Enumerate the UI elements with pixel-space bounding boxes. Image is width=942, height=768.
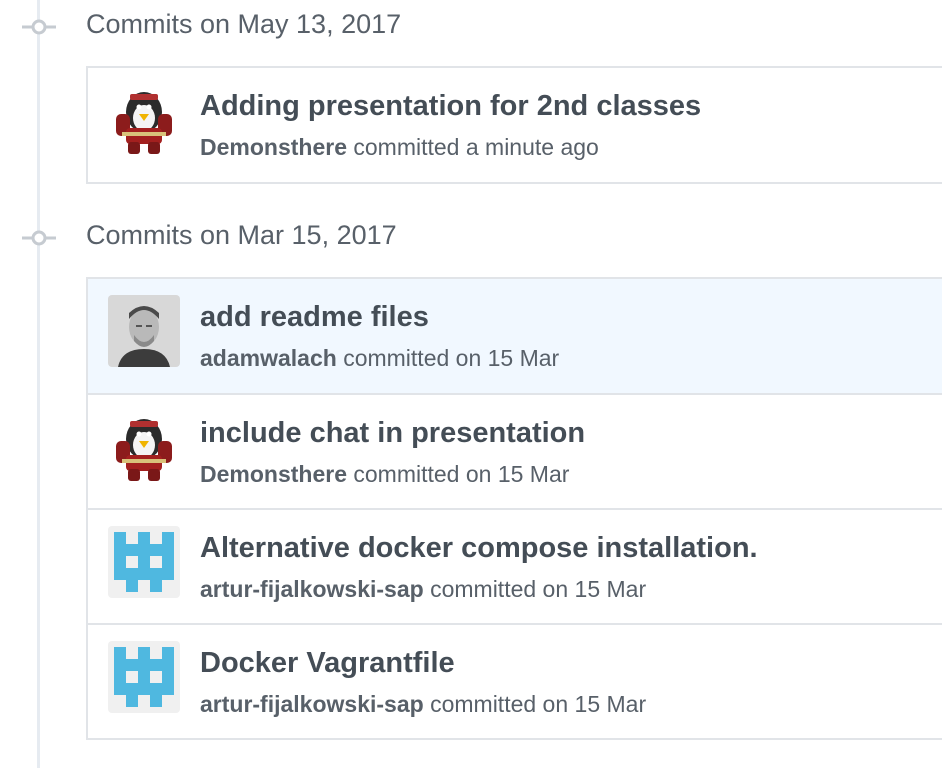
photo-avatar[interactable] — [108, 295, 180, 367]
commit-time: committed on 15 Mar — [430, 691, 647, 717]
identicon-avatar[interactable] — [108, 526, 180, 598]
timeline-line — [37, 0, 40, 768]
identicon-avatar[interactable] — [108, 641, 180, 713]
commit-message-link[interactable]: Alternative docker compose installation. — [200, 532, 758, 565]
commit-list: Adding presentation for 2nd classes Demo… — [86, 66, 942, 184]
commit-list: add readme files adamwalach committed on… — [86, 277, 942, 740]
penguin-avatar[interactable] — [108, 411, 180, 483]
commit-row[interactable]: Adding presentation for 2nd classes Demo… — [88, 68, 942, 182]
commit-time: committed a minute ago — [353, 134, 599, 160]
commit-author-link[interactable]: artur-fijalkowski-sap — [200, 691, 424, 717]
commit-time: committed on 15 Mar — [353, 461, 570, 487]
commit-meta: artur-fijalkowski-sap committed on 15 Ma… — [200, 691, 646, 718]
commit-meta: Demonsthere committed a minute ago — [200, 134, 599, 161]
commit-message-link[interactable]: Docker Vagrantfile — [200, 647, 455, 680]
commit-group-title: Commits on Mar 15, 2017 — [86, 220, 397, 250]
commit-row[interactable]: add readme files adamwalach committed on… — [88, 279, 942, 393]
commit-time: committed on 15 Mar — [343, 345, 560, 371]
commit-message-link[interactable]: Adding presentation for 2nd classes — [200, 90, 701, 123]
commit-message-link[interactable]: add readme files — [200, 301, 429, 334]
commit-node-icon — [22, 230, 56, 246]
commit-meta: Demonsthere committed on 15 Mar — [200, 461, 569, 488]
commit-row[interactable]: include chat in presentation Demonsthere… — [88, 393, 942, 508]
commit-author-link[interactable]: adamwalach — [200, 345, 337, 371]
commit-message-link[interactable]: include chat in presentation — [200, 417, 585, 450]
commit-author-link[interactable]: Demonsthere — [200, 461, 347, 487]
commit-node-icon — [22, 19, 56, 35]
commit-group-title: Commits on May 13, 2017 — [86, 9, 402, 39]
commit-author-link[interactable]: artur-fijalkowski-sap — [200, 576, 424, 602]
commit-author-link[interactable]: Demonsthere — [200, 134, 347, 160]
commit-time: committed on 15 Mar — [430, 576, 647, 602]
commit-meta: adamwalach committed on 15 Mar — [200, 345, 559, 372]
penguin-avatar[interactable] — [108, 84, 180, 156]
commit-meta: artur-fijalkowski-sap committed on 15 Ma… — [200, 576, 646, 603]
commit-row[interactable]: Alternative docker compose installation.… — [88, 508, 942, 623]
commit-group-header: Commits on Mar 15, 2017 — [0, 215, 942, 259]
commit-group-header: Commits on May 13, 2017 — [0, 4, 942, 48]
commit-row[interactable]: Docker Vagrantfile artur-fijalkowski-sap… — [88, 623, 942, 738]
